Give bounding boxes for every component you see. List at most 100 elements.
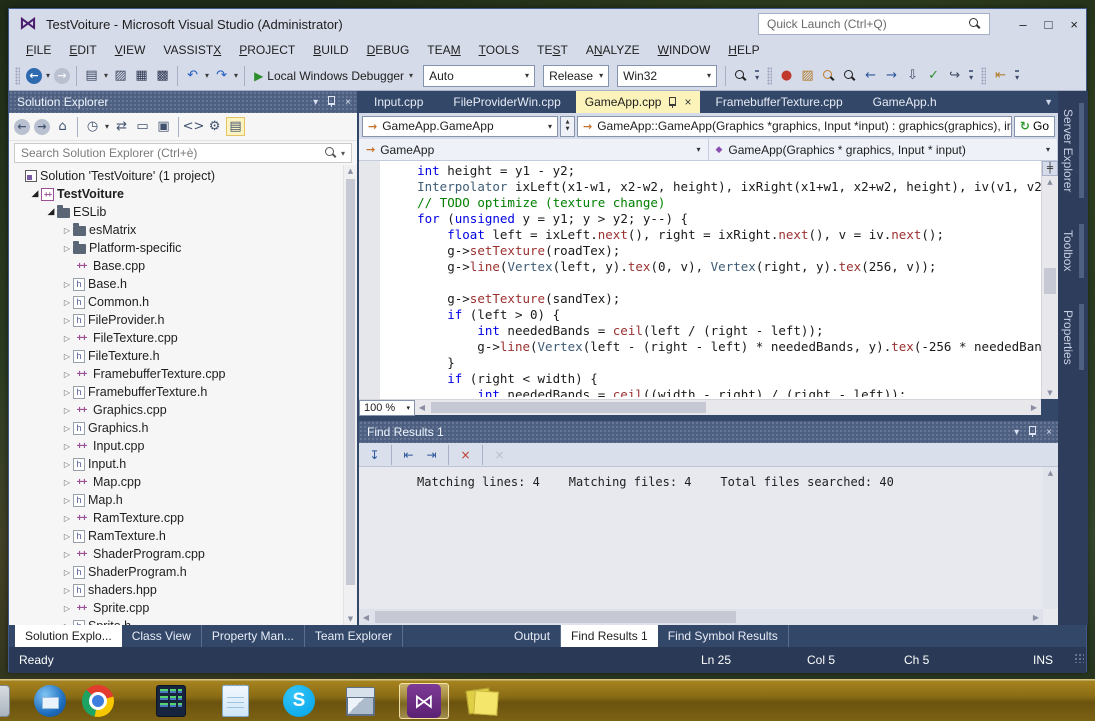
scroll-left-icon[interactable]: ◀	[359, 613, 373, 622]
chevron-down-icon[interactable]: ▾	[105, 122, 109, 131]
se-pending-changes-filter-icon[interactable]: ◷	[83, 117, 102, 136]
scrollbar-track[interactable]	[373, 609, 1029, 625]
side-tab-server-explorer[interactable]: Server Explorer	[1061, 97, 1075, 204]
tree-item[interactable]: ▷++Sprite.cpp	[9, 599, 343, 617]
tree-item[interactable]: Solution 'TestVoiture' (1 project)	[9, 167, 343, 185]
taskbar-thunderbird-icon[interactable]	[31, 683, 69, 719]
doc-tab-input-cpp[interactable]: Input.cpp	[359, 91, 438, 113]
se-forward-icon[interactable]: →	[34, 119, 50, 135]
configuration-combo[interactable]: Release▾	[543, 65, 609, 87]
tree-expander-icon[interactable]: ▷	[61, 352, 73, 361]
tree-item[interactable]: ▷Platform-specific	[9, 239, 343, 257]
se-collapse-all-icon[interactable]: ▭	[133, 117, 152, 136]
scroll-right-icon[interactable]: ▶	[1029, 613, 1043, 622]
close-button[interactable]: ×	[1070, 17, 1078, 32]
tree-item[interactable]: ▷hMap.h	[9, 491, 343, 509]
tree-item[interactable]: ◢ESLib	[9, 203, 343, 221]
taskbar-skype-icon[interactable]: S	[280, 683, 318, 719]
chevron-down-icon[interactable]: ▾	[104, 71, 108, 80]
taskbar-visual-studio-icon[interactable]: ⋈	[399, 683, 449, 719]
code-editor[interactable]: int height = y1 - y2; Interpolator ixLef…	[359, 161, 1041, 399]
tree-item[interactable]: ▷hBase.h	[9, 275, 343, 293]
tree-item[interactable]: ▷++ShaderProgram.cpp	[9, 545, 343, 563]
toolbar-overflow-icon[interactable]: ▾	[1015, 70, 1019, 82]
scrollbar-thumb[interactable]	[375, 611, 736, 623]
va-outline-icon[interactable]: ⇤	[991, 66, 1010, 85]
tree-expander-icon[interactable]: ▷	[61, 334, 73, 343]
doc-tab-framebuffertexture-cpp[interactable]: FramebufferTexture.cpp	[700, 91, 857, 113]
tree-expander-icon[interactable]: ▷	[61, 226, 73, 235]
se-back-icon[interactable]: ←	[14, 119, 30, 135]
tree-item[interactable]: ▷++FramebufferTexture.cpp	[9, 365, 343, 383]
undo-icon[interactable]: ↶	[183, 66, 202, 85]
menu-item-analyze[interactable]: ANALYZE	[577, 39, 649, 61]
chevron-down-icon[interactable]: ▾	[46, 71, 50, 80]
scrollbar-track[interactable]	[429, 400, 1027, 415]
close-icon[interactable]: ×	[684, 96, 691, 108]
tree-item[interactable]: ◢++TestVoiture	[9, 185, 343, 203]
va-spinner[interactable]: ▲▼	[560, 116, 575, 137]
tree-expander-icon[interactable]: ▷	[61, 370, 73, 379]
tree-item[interactable]: ▷hShaderProgram.h	[9, 563, 343, 581]
tabs-overflow-icon[interactable]: ▼	[1044, 97, 1053, 107]
tree-expander-icon[interactable]: ▷	[61, 568, 73, 577]
menu-item-edit[interactable]: EDIT	[60, 39, 105, 61]
tree-item[interactable]: ++Base.cpp	[9, 257, 343, 275]
tree-item[interactable]: ▷hInput.h	[9, 455, 343, 473]
scroll-up-icon[interactable]: ▲	[344, 167, 357, 175]
splitter-handle[interactable]: ╪	[1042, 161, 1058, 176]
pin-icon[interactable]	[668, 97, 677, 109]
taskbar-system-monitor-icon[interactable]	[152, 683, 190, 719]
scroll-down-icon[interactable]: ▼	[344, 615, 357, 623]
toolbar-overflow-icon[interactable]: ▾	[969, 70, 973, 82]
tree-expander-icon[interactable]: ▷	[61, 586, 73, 595]
va-context-dropdown[interactable]: → GameApp.GameApp ▾	[362, 116, 558, 137]
tree-item[interactable]: ▷++Map.cpp	[9, 473, 343, 491]
window-position-menu-icon[interactable]: ▾	[313, 97, 318, 108]
tree-item[interactable]: ▷++RamTexture.cpp	[9, 509, 343, 527]
navigate-forward-icon[interactable]: →	[54, 68, 70, 84]
save-all-icon[interactable]: ▩	[153, 66, 172, 85]
taskbar-sticky-notes-icon[interactable]	[462, 683, 500, 719]
va-find-references-icon[interactable]	[819, 66, 838, 85]
va-find-symbol-icon[interactable]	[840, 66, 859, 85]
scrollbar-thumb[interactable]	[346, 179, 355, 585]
editor-vertical-scrollbar[interactable]: ╪ ▲ ▼	[1041, 161, 1058, 399]
scroll-left-icon[interactable]: ◀	[415, 403, 429, 412]
va-go-button[interactable]: ↻ Go	[1014, 116, 1055, 137]
se-home-icon[interactable]: ⌂	[53, 117, 72, 136]
tree-expander-icon[interactable]: ▷	[61, 442, 73, 451]
title-bar[interactable]: ⋈ TestVoiture - Microsoft Visual Studio …	[9, 9, 1086, 39]
va-open-file-in-solution-icon[interactable]: ▨	[798, 66, 817, 85]
tree-expander-icon[interactable]: ▷	[61, 298, 73, 307]
side-tab-properties[interactable]: Properties	[1061, 298, 1075, 377]
tree-expander-icon[interactable]: ▷	[61, 496, 73, 505]
tree-expander-icon[interactable]: ◢	[29, 189, 41, 199]
pin-icon[interactable]	[327, 96, 336, 108]
menu-item-build[interactable]: BUILD	[304, 39, 357, 61]
resize-grip[interactable]	[1074, 653, 1084, 663]
code-view[interactable]: int height = y1 - y2; Interpolator ixLef…	[380, 161, 1041, 399]
panel-tab-find-results-1[interactable]: Find Results 1	[561, 625, 658, 647]
taskbar-chrome-icon[interactable]	[79, 683, 117, 719]
save-icon[interactable]: ▦	[132, 66, 151, 85]
chevron-down-icon[interactable]: ▾	[205, 71, 209, 80]
tree-item[interactable]: ▷hFileProvider.h	[9, 311, 343, 329]
va-navigate-back-icon[interactable]: ←	[861, 66, 880, 85]
find-results-horizontal-scrollbar[interactable]: ◀ ▶	[359, 609, 1043, 625]
platform-combo[interactable]: Win32▾	[617, 65, 717, 87]
maximize-button[interactable]: □	[1045, 17, 1053, 32]
tree-expander-icon[interactable]: ▷	[61, 478, 73, 487]
pin-icon[interactable]	[1028, 426, 1037, 438]
fr-clear-all-icon[interactable]: ×	[456, 445, 475, 464]
find-results-title-bar[interactable]: Find Results 1 ▾ ×	[359, 421, 1058, 443]
tree-item[interactable]: ▷hFramebufferTexture.h	[9, 383, 343, 401]
taskbar-notepad-icon[interactable]	[216, 683, 254, 719]
find-results-vertical-scrollbar[interactable]: ▲	[1043, 467, 1058, 609]
tree-expander-icon[interactable]: ▷	[61, 316, 73, 325]
new-file-icon[interactable]: ▤	[82, 66, 101, 85]
tree-item[interactable]: ▷++Graphics.cpp	[9, 401, 343, 419]
solution-explorer-title-bar[interactable]: Solution Explorer ▾ ×	[9, 91, 357, 113]
menu-item-tools[interactable]: TOOLS	[470, 39, 528, 61]
editor-horizontal-scrollbar[interactable]: 100 % ▾ ◀ ▶	[359, 399, 1041, 415]
